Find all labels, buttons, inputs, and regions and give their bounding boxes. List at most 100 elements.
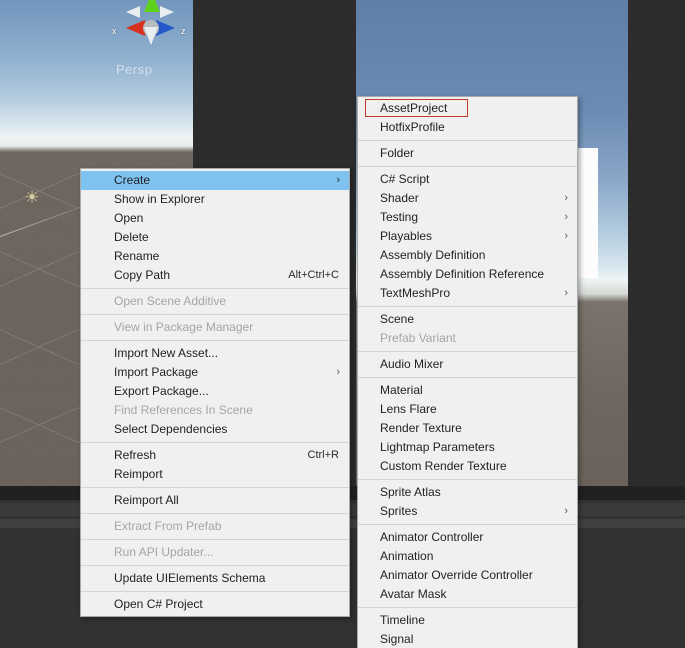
create-submenu[interactable]: AssetProject HotfixProfile Folder C# Script…	[357, 96, 578, 648]
menu-item-sprites[interactable]: Sprites ›	[358, 502, 577, 521]
menu-item-extract-from-prefab: Extract From Prefab	[81, 517, 349, 536]
chevron-right-icon: ›	[564, 192, 568, 204]
menu-separator	[358, 306, 577, 307]
gizmo-axis-y-cone[interactable]	[144, 0, 160, 12]
menu-item-label: Export Package...	[114, 384, 209, 398]
menu-item-import-new-asset[interactable]: Import New Asset...	[81, 344, 349, 363]
menu-separator	[358, 377, 577, 378]
menu-item-label: Delete	[114, 230, 149, 244]
menu-item-label: Render Texture	[380, 421, 462, 435]
menu-separator	[81, 591, 349, 592]
menu-item-rename[interactable]: Rename	[81, 247, 349, 266]
menu-item-label: Select Dependencies	[114, 422, 228, 436]
menu-separator	[81, 487, 349, 488]
gizmo-z-axis-label: z	[181, 26, 186, 36]
menu-item-label: Copy Path	[114, 268, 171, 282]
menu-item-label: Run API Updater...	[114, 545, 214, 559]
menu-separator	[358, 524, 577, 525]
menu-item-label: Avatar Mask	[380, 587, 447, 601]
chevron-right-icon: ›	[564, 211, 568, 223]
menu-separator	[81, 288, 349, 289]
menu-item-assembly-definition-reference[interactable]: Assembly Definition Reference	[358, 265, 577, 284]
menu-item-render-texture[interactable]: Render Texture	[358, 419, 577, 438]
menu-item-copy-path[interactable]: Copy Path Alt+Ctrl+C	[81, 266, 349, 285]
menu-item-label: Show in Explorer	[114, 192, 205, 206]
menu-item-animator-override-controller[interactable]: Animator Override Controller	[358, 566, 577, 585]
menu-item-shader[interactable]: Shader ›	[358, 189, 577, 208]
menu-item-label: Lightmap Parameters	[380, 440, 495, 454]
menu-item-label: Shader	[380, 191, 419, 205]
menu-item-label: Import Package	[114, 365, 199, 379]
menu-item-custom-render-texture[interactable]: Custom Render Texture	[358, 457, 577, 476]
chevron-right-icon: ›	[564, 287, 568, 299]
gizmo-axis-negy-cone[interactable]	[144, 27, 158, 45]
menu-separator	[81, 340, 349, 341]
scene-projection-label[interactable]: Persp	[116, 62, 152, 77]
menu-item-refresh[interactable]: Refresh Ctrl+R	[81, 446, 349, 465]
menu-item-delete[interactable]: Delete	[81, 228, 349, 247]
menu-item-label: Reimport All	[114, 493, 179, 507]
menu-separator	[358, 166, 577, 167]
menu-item-folder[interactable]: Folder	[358, 144, 577, 163]
menu-item-material[interactable]: Material	[358, 381, 577, 400]
menu-item-create[interactable]: Create ›	[81, 171, 349, 190]
menu-item-view-in-package-manager: View in Package Manager	[81, 318, 349, 337]
menu-item-assetproject[interactable]: AssetProject	[358, 99, 577, 118]
menu-item-hotfixprofile[interactable]: HotfixProfile	[358, 118, 577, 137]
menu-item-label: Find References In Scene	[114, 403, 253, 417]
menu-item-label: Update UIElements Schema	[114, 571, 266, 585]
menu-item-sprite-atlas[interactable]: Sprite Atlas	[358, 483, 577, 502]
menu-item-shortcut: Ctrl+R	[307, 449, 339, 461]
menu-item-assembly-definition[interactable]: Assembly Definition	[358, 246, 577, 265]
menu-item-textmeshpro[interactable]: TextMeshPro ›	[358, 284, 577, 303]
menu-item-reimport[interactable]: Reimport	[81, 465, 349, 484]
project-asset-context-menu[interactable]: Create › Show in Explorer Open Delete Rename C…	[80, 168, 350, 617]
menu-item-label: Animator Override Controller	[380, 568, 533, 582]
gizmo-axis-negz-cone[interactable]	[160, 6, 174, 18]
menu-item-audio-mixer[interactable]: Audio Mixer	[358, 355, 577, 374]
gizmo-axis-negx-cone[interactable]	[126, 6, 140, 18]
menu-separator	[81, 539, 349, 540]
menu-item-scene[interactable]: Scene	[358, 310, 577, 329]
editor-white-strip	[578, 148, 598, 278]
menu-item-lightmap-parameters[interactable]: Lightmap Parameters	[358, 438, 577, 457]
menu-item-c-script[interactable]: C# Script	[358, 170, 577, 189]
menu-item-lens-flare[interactable]: Lens Flare	[358, 400, 577, 419]
menu-item-label: Refresh	[114, 448, 157, 462]
menu-item-shortcut: Alt+Ctrl+C	[288, 269, 339, 281]
menu-item-avatar-mask[interactable]: Avatar Mask	[358, 585, 577, 604]
unity-editor-screenshot: ☀ x z Persp Create › Show in Explorer Open D…	[0, 0, 685, 648]
menu-item-find-references-in-scene: Find References In Scene	[81, 401, 349, 420]
menu-separator	[81, 314, 349, 315]
light-gizmo-icon[interactable]: ☀	[24, 189, 40, 206]
menu-item-label: Testing	[380, 210, 419, 224]
menu-item-label: Audio Mixer	[380, 357, 444, 371]
menu-item-timeline[interactable]: Timeline	[358, 611, 577, 630]
menu-item-label: Lens Flare	[380, 402, 437, 416]
menu-item-playables[interactable]: Playables ›	[358, 227, 577, 246]
menu-item-prefab-variant: Prefab Variant	[358, 329, 577, 348]
menu-item-select-dependencies[interactable]: Select Dependencies	[81, 420, 349, 439]
menu-item-label: Animator Controller	[380, 530, 484, 544]
menu-item-label: Rename	[114, 249, 160, 263]
menu-item-open[interactable]: Open	[81, 209, 349, 228]
menu-item-label: Create	[114, 173, 151, 187]
menu-item-show-in-explorer[interactable]: Show in Explorer	[81, 190, 349, 209]
chevron-right-icon: ›	[336, 366, 340, 378]
menu-item-label: Prefab Variant	[380, 331, 456, 345]
menu-item-open-c-project[interactable]: Open C# Project	[81, 595, 349, 614]
menu-item-label: AssetProject	[380, 101, 448, 115]
menu-item-animation[interactable]: Animation	[358, 547, 577, 566]
menu-item-export-package[interactable]: Export Package...	[81, 382, 349, 401]
menu-item-update-uielements-schema[interactable]: Update UIElements Schema	[81, 569, 349, 588]
menu-item-testing[interactable]: Testing ›	[358, 208, 577, 227]
menu-item-import-package[interactable]: Import Package ›	[81, 363, 349, 382]
menu-item-animator-controller[interactable]: Animator Controller	[358, 528, 577, 547]
menu-item-reimport-all[interactable]: Reimport All	[81, 491, 349, 510]
chevron-right-icon: ›	[564, 230, 568, 242]
menu-item-label: Assembly Definition	[380, 248, 486, 262]
menu-item-signal[interactable]: Signal	[358, 630, 577, 648]
menu-item-label: Sprites	[380, 504, 418, 518]
menu-item-label: Signal	[380, 632, 414, 646]
menu-item-label: Open	[114, 211, 144, 225]
